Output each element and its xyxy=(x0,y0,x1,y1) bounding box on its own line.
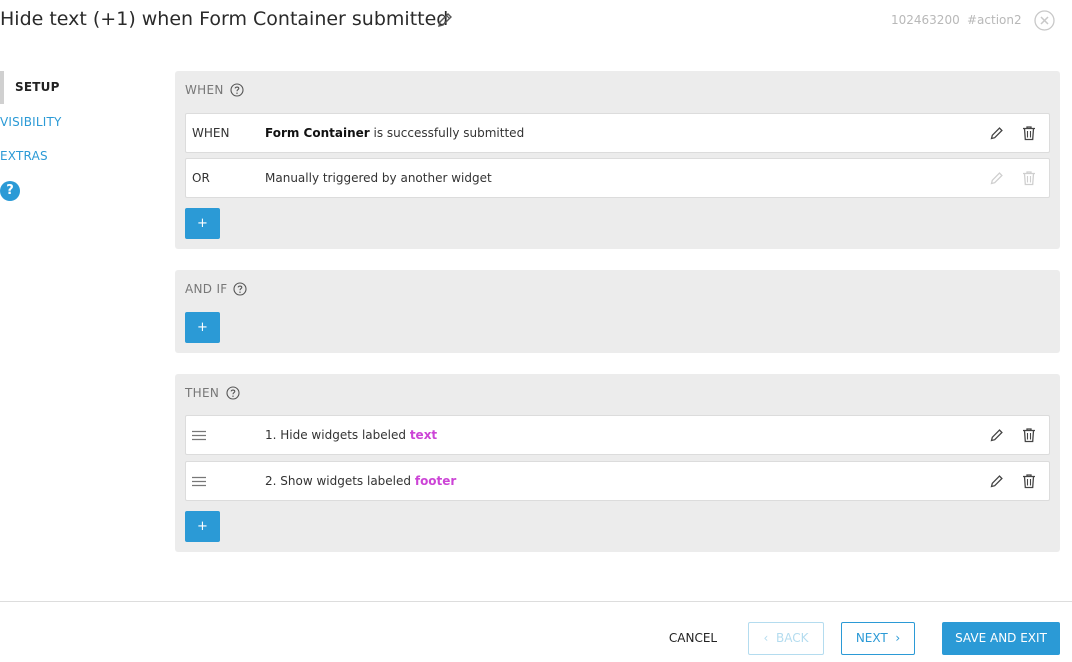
question-icon[interactable] xyxy=(226,386,240,400)
action-description: 2. Show widgets labeled xyxy=(265,474,415,488)
action-text: 1. Hide widgets labeled text xyxy=(265,428,437,442)
help-icon[interactable]: ? xyxy=(0,181,20,201)
close-icon[interactable] xyxy=(1034,10,1055,31)
action-id: 102463200 xyxy=(891,13,960,27)
footer-divider xyxy=(0,601,1072,602)
edit-icon[interactable] xyxy=(989,427,1005,443)
widget-label-tag[interactable]: footer xyxy=(415,474,457,488)
back-button-label: BACK xyxy=(775,631,809,645)
question-icon[interactable] xyxy=(233,282,247,296)
nav-item-visibility[interactable]: VISIBILITY xyxy=(0,115,62,129)
edit-icon[interactable] xyxy=(989,125,1005,141)
drag-handle-icon[interactable] xyxy=(192,430,206,441)
action-row[interactable]: 2. Show widgets labeled footer xyxy=(185,461,1050,501)
add-action-button[interactable]: + xyxy=(185,511,220,542)
chevron-right-icon: › xyxy=(895,631,901,645)
then-section: THEN 1. Hide widgets labeled text 2. Sho… xyxy=(175,374,1060,552)
title-bar: Hide text (+1) when Form Container submi… xyxy=(0,0,1072,40)
edit-icon xyxy=(990,172,1003,185)
back-button[interactable]: ‹ BACK xyxy=(748,622,824,655)
when-section-label: WHEN xyxy=(185,83,224,97)
trigger-text: Manually triggered by another widget xyxy=(265,171,492,185)
andif-section: AND IF + xyxy=(175,270,1060,353)
page-title: Hide text (+1) when Form Container submi… xyxy=(0,8,449,30)
trigger-row[interactable]: OR Manually triggered by another widget xyxy=(185,158,1050,198)
edit-icon[interactable] xyxy=(989,473,1005,489)
widget-label-tag[interactable]: text xyxy=(410,428,437,442)
trigger-row[interactable]: WHEN Form Container is successfully subm… xyxy=(185,113,1050,153)
drag-handle-icon[interactable] xyxy=(192,476,206,487)
next-button-label: NEXT xyxy=(855,631,888,645)
add-trigger-button[interactable]: + xyxy=(185,208,220,239)
trash-icon xyxy=(1023,171,1035,186)
add-condition-button[interactable]: + xyxy=(185,312,220,343)
andif-section-label: AND IF xyxy=(185,282,228,296)
pencil-icon[interactable] xyxy=(436,11,454,29)
trigger-widget-name: Form Container xyxy=(265,126,370,140)
nav-item-extras[interactable]: EXTRAS xyxy=(0,149,48,163)
trigger-keyword: WHEN xyxy=(192,126,230,140)
action-description: 1. Hide widgets labeled xyxy=(265,428,410,442)
nav-item-setup[interactable]: SETUP xyxy=(0,71,100,104)
trigger-keyword: OR xyxy=(192,171,210,185)
action-text: 2. Show widgets labeled footer xyxy=(265,474,456,488)
action-row[interactable]: 1. Hide widgets labeled text xyxy=(185,415,1050,455)
action-tag: #action2 xyxy=(967,13,1022,27)
save-and-exit-button[interactable]: SAVE AND EXIT xyxy=(942,622,1060,655)
chevron-left-icon: ‹ xyxy=(763,631,769,645)
next-button[interactable]: NEXT › xyxy=(841,622,915,655)
trigger-condition: is successfully submitted xyxy=(369,126,525,140)
trigger-text: Form Container is successfully submitted xyxy=(265,126,524,140)
when-section: WHEN WHEN Form Container is successfully… xyxy=(175,71,1060,249)
question-icon[interactable] xyxy=(230,83,244,97)
trash-icon[interactable] xyxy=(1022,427,1036,443)
trash-icon[interactable] xyxy=(1022,125,1036,141)
trash-icon[interactable] xyxy=(1022,473,1036,489)
then-section-label: THEN xyxy=(185,386,220,400)
cancel-button[interactable]: CANCEL xyxy=(660,622,726,654)
